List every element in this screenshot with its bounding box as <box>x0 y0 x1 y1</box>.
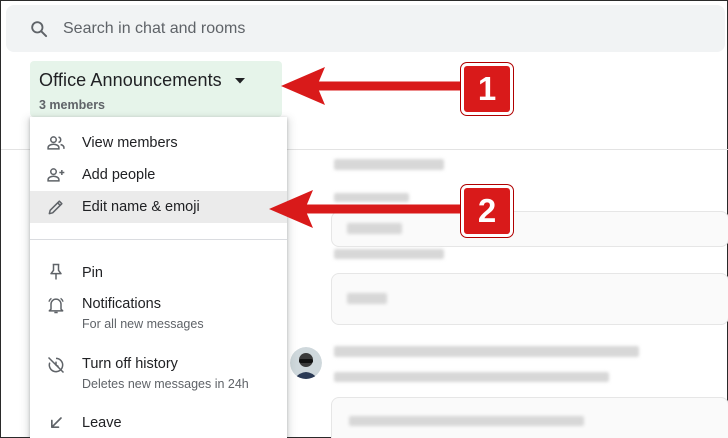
pencil-icon <box>48 200 63 215</box>
menu-divider <box>30 239 287 240</box>
menu-item-add-people[interactable]: Add people <box>30 163 287 189</box>
annotation-badge-1: 1 <box>461 63 513 115</box>
menu-item-pin[interactable]: Pin <box>30 259 287 285</box>
room-options-menu: View members Add people Edit name & emoj… <box>30 117 287 438</box>
avatar <box>290 347 322 379</box>
annotation-arrow-2 <box>269 190 466 228</box>
menu-item-view-members[interactable]: View members <box>30 131 287 157</box>
room-member-count: 3 members <box>39 98 106 112</box>
pin-icon <box>50 263 62 280</box>
room-title: Office Announcements <box>39 70 222 90</box>
bell-icon <box>48 297 64 314</box>
menu-label: Edit name & emoji <box>82 199 200 215</box>
menu-item-turn-off-history[interactable]: Turn off history Deletes new messages in… <box>30 353 287 395</box>
search-bar[interactable] <box>6 5 725 52</box>
menu-sublabel: For all new messages <box>82 317 204 331</box>
annotation-arrow-1 <box>281 67 466 105</box>
menu-item-leave[interactable]: Leave <box>30 411 287 437</box>
people-icon <box>47 136 65 150</box>
room-header[interactable]: Office Announcements 3 members <box>30 61 282 117</box>
search-input[interactable] <box>63 19 563 38</box>
menu-label: Leave <box>82 415 122 431</box>
menu-label: Turn off history <box>82 356 178 372</box>
menu-item-edit-name-emoji[interactable]: Edit name & emoji <box>30 191 287 223</box>
menu-item-notifications[interactable]: Notifications For all new messages <box>30 293 287 335</box>
menu-label: Add people <box>82 167 156 183</box>
annotation-badge-2: 2 <box>461 185 513 237</box>
menu-label: View members <box>82 135 178 151</box>
history-off-icon <box>47 356 65 374</box>
person-add-icon <box>47 168 65 182</box>
caret-down-icon <box>234 77 245 83</box>
menu-sublabel: Deletes new messages in 24h <box>82 377 249 391</box>
search-icon <box>31 20 48 37</box>
menu-label: Notifications <box>82 296 161 312</box>
leave-arrow-icon <box>51 417 62 428</box>
menu-label: Pin <box>82 265 103 281</box>
